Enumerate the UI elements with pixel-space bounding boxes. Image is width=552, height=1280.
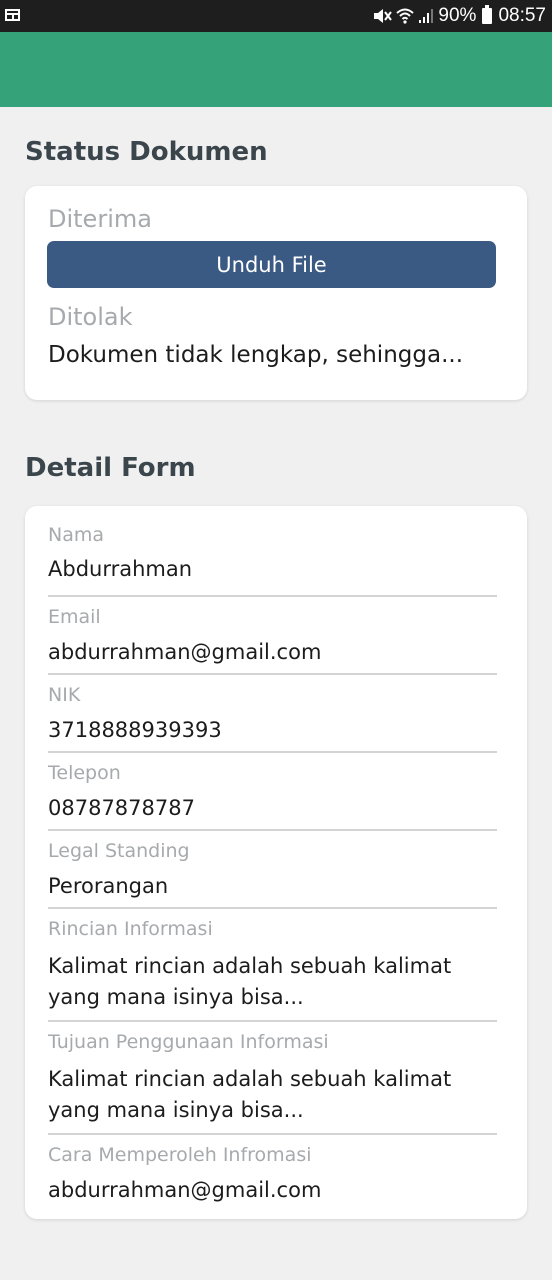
detail-section-title: Detail Form: [25, 453, 196, 483]
field-information-purpose: Tujuan Penggunaan Informasi Kalimat rinc…: [48, 1022, 497, 1135]
field-label: Email: [48, 606, 101, 628]
field-value: Kalimat rincian adalah sebuah kalimat ya…: [48, 1067, 452, 1122]
battery-icon: [482, 5, 493, 24]
status-section-title: Status Dokumen: [25, 137, 268, 167]
field-value: 3718888939393: [48, 718, 222, 742]
status-bar: 90% 08:57: [0, 0, 552, 32]
signal-icon: [418, 8, 434, 24]
wifi-icon: [396, 7, 415, 25]
accepted-label: Diterima: [48, 205, 152, 233]
field-label: Nama: [48, 524, 105, 546]
detail-card: Nama Abdurrahman Email abdurrahman@gmail…: [25, 506, 527, 1219]
notification-icon: [5, 9, 20, 21]
mute-icon: [372, 7, 393, 25]
field-label: Telepon: [48, 762, 121, 784]
field-email: Email abdurrahman@gmail.com: [48, 597, 497, 675]
field-label: NIK: [48, 684, 81, 706]
status-card: Diterima Unduh File Ditolak Dokumen tida…: [25, 186, 527, 400]
field-value: abdurrahman@gmail.com: [48, 640, 322, 664]
field-value: abdurrahman@gmail.com: [48, 1178, 322, 1202]
field-label: Legal Standing: [48, 840, 190, 862]
field-information-details: Rincian Informasi Kalimat rincian adalah…: [48, 909, 497, 1022]
field-value: Kalimat rincian adalah sebuah kalimat ya…: [48, 954, 452, 1009]
field-value: 08787878787: [48, 796, 195, 820]
field-label: Tujuan Penggunaan Informasi: [48, 1031, 329, 1053]
field-nik: NIK 3718888939393: [48, 675, 497, 753]
rejection-note: Dokumen tidak lengkap, sehingga...: [48, 342, 463, 368]
download-file-button[interactable]: Unduh File: [47, 241, 496, 288]
app-bar: [0, 32, 552, 107]
field-acquisition-method: Cara Memperoleh Infromasi abdurrahman@gm…: [48, 1135, 497, 1219]
field-value: Perorangan: [48, 874, 169, 898]
field-value: Abdurrahman: [48, 557, 193, 581]
battery-percent: 90%: [438, 5, 477, 26]
field-label: Rincian Informasi: [48, 918, 213, 940]
field-name: Nama Abdurrahman: [48, 506, 497, 597]
clock: 08:57: [498, 5, 546, 26]
field-label: Cara Memperoleh Infromasi: [48, 1144, 312, 1166]
field-legal-standing: Legal Standing Perorangan: [48, 831, 497, 909]
status-bar-right: 90% 08:57: [372, 0, 546, 32]
rejected-label: Ditolak: [48, 303, 133, 331]
field-phone: Telepon 08787878787: [48, 753, 497, 831]
